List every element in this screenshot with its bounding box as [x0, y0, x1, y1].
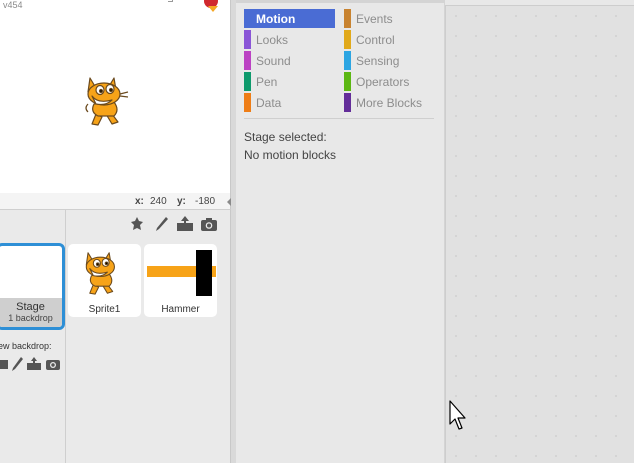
toggle-icon[interactable] — [168, 0, 173, 2]
category-color-bar — [244, 72, 251, 91]
category-control[interactable]: Control — [344, 30, 435, 49]
hammer-sprite-icon — [146, 250, 216, 299]
stage-label-area: Stage 1 backdrop — [0, 298, 62, 327]
new-sprite-tools — [128, 215, 218, 233]
paint-brush-icon[interactable] — [11, 357, 23, 374]
category-label: Events — [356, 11, 393, 26]
category-motion[interactable]: Motion — [244, 9, 335, 28]
category-label: Pen — [256, 74, 278, 89]
sprite-name: Sprite1 — [88, 304, 121, 315]
category-looks[interactable]: Looks — [244, 30, 335, 49]
category-list-left: Motion Looks Sound Pen Data — [244, 9, 335, 112]
category-label: Sensing — [356, 53, 400, 68]
sprite-library-icon[interactable] — [128, 215, 146, 233]
category-color-bar — [344, 30, 351, 49]
x-value: 240 — [150, 196, 167, 207]
category-label: Sound — [256, 53, 291, 68]
category-color-bar — [244, 9, 251, 28]
new-backdrop-label: ew backdrop: — [0, 341, 52, 351]
category-color-bar — [344, 72, 351, 91]
palette-divider — [244, 118, 434, 119]
upload-icon[interactable] — [26, 357, 42, 374]
paint-brush-icon[interactable] — [152, 215, 170, 233]
version-label: v454 — [3, 0, 23, 10]
palette-message-title: Stage selected: — [244, 130, 327, 144]
category-data[interactable]: Data — [244, 93, 335, 112]
flag-icon[interactable] — [208, 6, 218, 12]
stage-label: Stage — [16, 301, 45, 313]
camera-icon[interactable] — [200, 215, 218, 233]
category-sensing[interactable]: Sensing — [344, 51, 435, 70]
category-color-bar — [344, 93, 351, 112]
category-label: Looks — [256, 32, 289, 47]
x-label: x: — [135, 196, 144, 207]
category-pen[interactable]: Pen — [244, 72, 335, 91]
category-label: More Blocks — [356, 95, 423, 110]
palette-message-body: No motion blocks — [244, 148, 337, 162]
sprite-name: Hammer — [161, 304, 200, 315]
scripts-area[interactable] — [445, 5, 634, 463]
camera-icon[interactable] — [45, 357, 61, 374]
stage-thumbnail[interactable]: Stage 1 backdrop — [0, 243, 65, 330]
category-color-bar — [344, 9, 351, 28]
divider — [65, 210, 66, 463]
category-label: Operators — [356, 74, 410, 89]
category-label: Control — [356, 32, 395, 47]
new-backdrop-tools — [0, 357, 61, 374]
category-label: Data — [256, 95, 282, 110]
mouse-cursor-icon — [449, 400, 469, 435]
category-more-blocks[interactable]: More Blocks — [344, 93, 435, 112]
category-color-bar — [244, 93, 251, 112]
category-list-right: Events Control Sensing Operators More Bl… — [344, 9, 435, 112]
cat-sprite-icon[interactable] — [82, 74, 132, 131]
category-label: Motion — [256, 11, 296, 26]
category-color-bar — [244, 51, 251, 70]
backdrop-count: 1 backdrop — [8, 313, 53, 323]
y-label: y: — [177, 196, 186, 207]
category-sound[interactable]: Sound — [244, 51, 335, 70]
sprite-tile-sprite1[interactable]: Sprite1 — [68, 244, 141, 317]
cat-sprite-icon — [81, 248, 125, 301]
y-value: -180 — [195, 196, 216, 207]
category-events[interactable]: Events — [344, 9, 435, 28]
backdrop-library-icon[interactable] — [0, 358, 8, 373]
category-color-bar — [344, 51, 351, 70]
stage-canvas[interactable]: v454 — [0, 0, 231, 193]
upload-icon[interactable] — [176, 215, 194, 233]
sprite-tile-hammer[interactable]: Hammer — [144, 244, 217, 317]
category-operators[interactable]: Operators — [344, 72, 435, 91]
mouse-coordinates: x: 240 y: -180 — [0, 193, 231, 210]
palette-top-border — [236, 0, 445, 3]
category-color-bar — [244, 30, 251, 49]
